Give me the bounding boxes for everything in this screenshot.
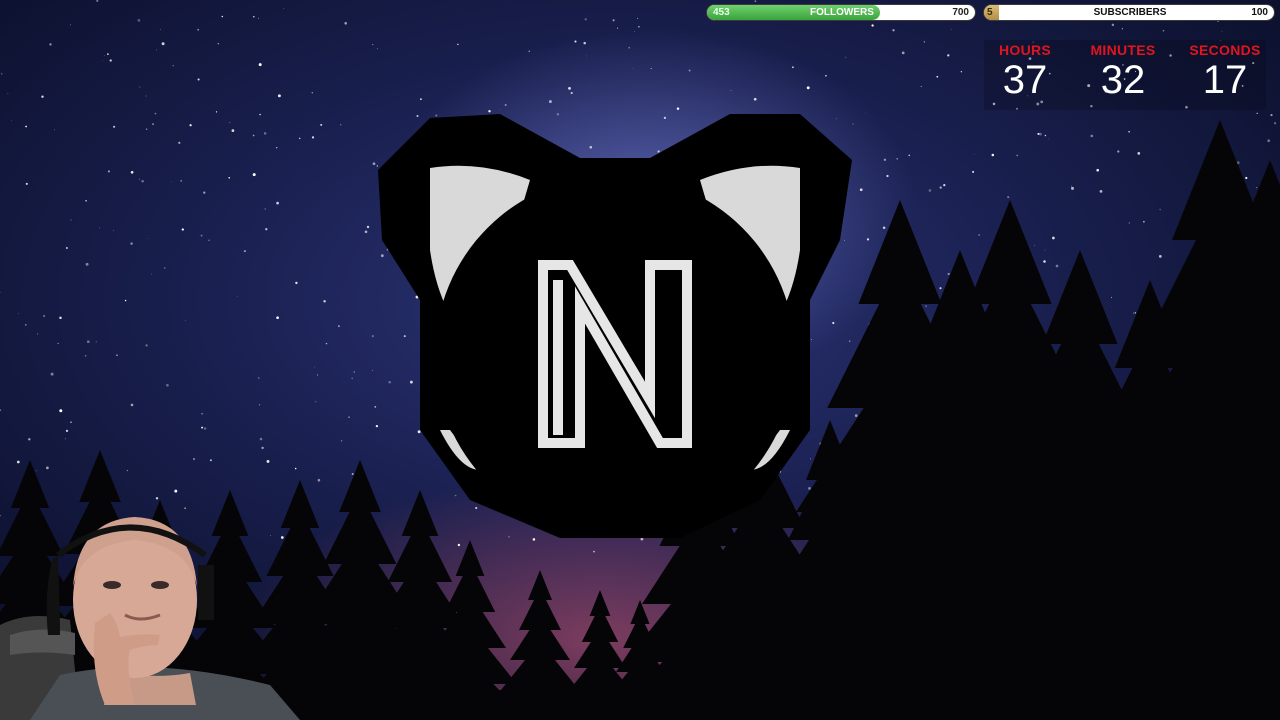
cat-ears-n-logo-icon xyxy=(378,114,852,538)
subscribers-goal-bar: SUBSCRIBERS 5 100 xyxy=(983,4,1275,21)
seconds-label: SECONDS xyxy=(1189,42,1261,58)
countdown-hours: HOURS 37 xyxy=(980,42,1070,102)
subscribers-target: 100 xyxy=(1251,7,1268,18)
streamer-webcam xyxy=(0,517,300,720)
countdown-timer: HOURS 37 MINUTES 32 SECONDS 17 xyxy=(984,40,1266,110)
minutes-label: MINUTES xyxy=(1090,42,1156,58)
subscribers-goal-label: SUBSCRIBERS xyxy=(1093,7,1167,18)
seconds-value: 17 xyxy=(1202,58,1248,102)
hours-value: 37 xyxy=(1002,58,1048,102)
hours-label: HOURS xyxy=(998,42,1052,58)
minutes-value: 32 xyxy=(1100,58,1146,102)
followers-goal-label: FOLLOWERS xyxy=(810,7,874,18)
followers-target: 700 xyxy=(952,7,969,18)
countdown-seconds: SECONDS 17 xyxy=(1180,42,1270,102)
stream-scene: FOLLOWERS 453 700 SUBSCRIBERS 5 100 HOUR… xyxy=(0,0,1280,720)
subscribers-current: 5 xyxy=(987,7,993,18)
countdown-minutes: MINUTES 32 xyxy=(1078,42,1168,102)
followers-goal-bar: FOLLOWERS 453 700 xyxy=(706,4,976,21)
followers-current: 453 xyxy=(713,7,730,18)
